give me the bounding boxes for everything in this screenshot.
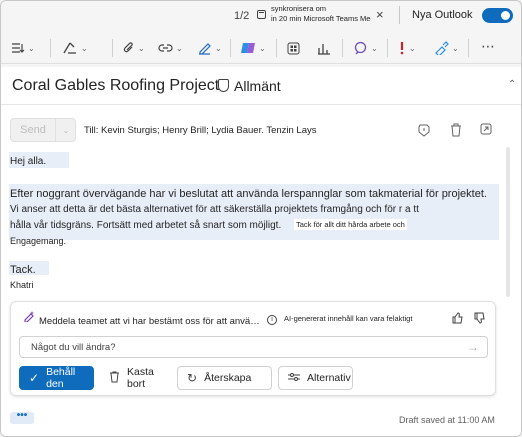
copilot-icon[interactable]: ⌄: [240, 39, 266, 57]
ribbon-divider: [468, 39, 469, 57]
body-greeting: Hej alla.: [10, 156, 47, 167]
ribbon-divider: [230, 39, 231, 57]
checkmark-icon: ✓: [29, 371, 40, 385]
copilot-prompt[interactable]: Meddela teamet att vi har bestämt oss fö…: [39, 316, 263, 327]
body-paragraph-1: Efter noggrant övervägande har vi beslut…: [10, 188, 487, 200]
subject-field[interactable]: Coral Gables Roofing Project: [12, 77, 219, 95]
ribbon-divider: [276, 39, 277, 57]
refine-box: →: [19, 336, 488, 358]
link-icon[interactable]: ⌄: [158, 39, 183, 57]
title-bar: 1/2 synkronisera om in 20 min Microsoft …: [1, 1, 521, 31]
chevron-down-icon: ⌄: [452, 43, 459, 53]
ribbon-divider: [50, 39, 51, 57]
compose-window: 1/2 synkronisera om in 20 min Microsoft …: [0, 0, 522, 437]
chevron-down-icon: ⌄: [176, 43, 183, 53]
calendar-icon: [257, 10, 266, 19]
sensitivity-label[interactable]: Allmänt: [234, 78, 281, 94]
recipients-field[interactable]: Till: Kevin Sturgis; Henry Brill; Lydia …: [84, 125, 317, 136]
chevron-down-icon: ⌄: [215, 43, 222, 53]
keep-label: Behåll den: [46, 366, 76, 390]
copilot-card: Meddela teamet att vi har bestämt oss fö…: [10, 301, 496, 396]
chevron-down-icon: ⌄: [409, 43, 416, 53]
format-list-icon[interactable]: ⌄: [11, 39, 35, 57]
body-signature: Khatri: [10, 280, 34, 290]
body-paragraph-3: hålla vår tidsgräns. Fortsätt med arbete…: [10, 220, 282, 231]
refine-input[interactable]: [20, 337, 487, 357]
loop-icon[interactable]: ⌄: [353, 39, 378, 57]
regenerate-button[interactable]: ↻ Återskapa: [177, 366, 272, 390]
show-more-button[interactable]: •••: [10, 411, 34, 424]
chevron-down-icon: ⌄: [259, 43, 266, 53]
format-painter-icon[interactable]: ⌄: [62, 39, 88, 57]
info-icon[interactable]: i: [267, 315, 277, 325]
apps-icon[interactable]: [287, 39, 300, 57]
ribbon-divider: [387, 39, 388, 57]
attach-icon[interactable]: ⌄: [123, 39, 145, 57]
options-button[interactable]: Alternativ: [278, 366, 353, 390]
body-signoff: Tack.: [10, 264, 36, 276]
reminder-line-2: in 20 min Microsoft Teams Mee...: [271, 14, 371, 23]
trash-icon: [109, 371, 120, 386]
insights-icon[interactable]: [317, 39, 331, 57]
copilot-pen-icon: [23, 310, 35, 325]
divider: [399, 6, 400, 24]
discard-label: Kasta bort: [127, 366, 154, 390]
send-button[interactable]: Send: [11, 119, 55, 141]
scrollbar[interactable]: [506, 147, 510, 297]
suggestion-tooltip: Tack för allt ditt hårda arbete och: [294, 219, 407, 230]
signature-icon[interactable]: ⌄: [197, 39, 222, 57]
importance-icon[interactable]: ⌄: [398, 39, 416, 57]
compose-pane: Coral Gables Roofing Project Allmänt ⌃ S…: [1, 67, 521, 436]
draft-status: Draft saved at 11:00 AM: [399, 415, 495, 425]
regenerate-label: Återskapa: [204, 372, 252, 384]
new-outlook-toggle[interactable]: [482, 8, 513, 23]
discard-button[interactable]: Kasta bort: [99, 366, 174, 390]
chevron-down-icon: ⌄: [138, 43, 145, 53]
new-outlook-label: Nya Outlook: [412, 9, 473, 21]
send-options-button[interactable]: ⌄: [55, 119, 76, 141]
chevron-up-icon[interactable]: ⌃: [508, 79, 516, 90]
reminder-notice[interactable]: synkronisera om in 20 min Microsoft Team…: [271, 4, 371, 24]
reminder-counter[interactable]: 1/2: [234, 10, 249, 22]
options-label: Alternativ: [307, 372, 351, 384]
ribbon-divider: [342, 39, 343, 57]
body-paragraph-4: Engagemang.: [10, 236, 67, 246]
refresh-icon: ↻: [187, 371, 198, 385]
more-icon[interactable]: ⋯: [481, 37, 495, 55]
popout-icon[interactable]: [480, 123, 492, 138]
delete-icon[interactable]: [450, 123, 462, 140]
body-paragraph-2: Vi anser att detta är det bästa alternat…: [10, 204, 419, 215]
chevron-down-icon: ⌄: [28, 43, 35, 53]
dismiss-reminder-icon[interactable]: ×: [376, 8, 384, 21]
subject-bar: Coral Gables Roofing Project Allmänt ⌃: [1, 67, 521, 105]
options-sliders-icon: [288, 371, 300, 385]
ribbon-divider: [112, 39, 113, 57]
chevron-down-icon: ⌄: [371, 43, 378, 53]
ai-disclaimer: AI-genererat innehåll kan vara felaktigt: [284, 314, 413, 323]
keep-button[interactable]: ✓ Behåll den: [19, 366, 94, 390]
thumbs-down-icon[interactable]: [474, 312, 486, 327]
thumbs-up-icon[interactable]: [452, 312, 464, 327]
chevron-down-icon: ⌄: [81, 43, 88, 53]
sensitivity-shield-icon[interactable]: [417, 123, 431, 140]
reminder-line-1: synkronisera om: [271, 4, 327, 13]
send-arrow-icon[interactable]: →: [467, 340, 479, 354]
ribbon-toolbar: ⌄ ⌄ ⌄ ⌄ ⌄ ⌄ ⌄ ⌄ ⌄ ⋯: [1, 31, 521, 64]
sensitivity-icon[interactable]: ⌄: [434, 39, 459, 57]
shield-icon: [218, 79, 229, 92]
send-group: Send ⌄: [10, 118, 76, 142]
